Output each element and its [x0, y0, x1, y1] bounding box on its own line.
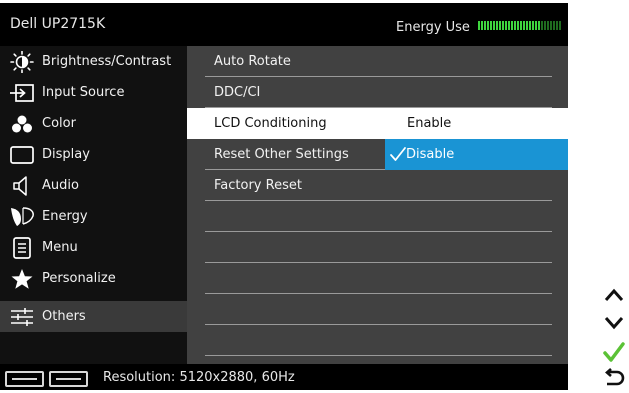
- monitor-model: Dell UP2715K: [10, 16, 106, 32]
- sidebar: Brightness/Contrast Input Source Color D…: [0, 46, 187, 364]
- menu-row-label: DDC/CI: [214, 85, 261, 100]
- audio-icon: [8, 175, 36, 197]
- brightness-icon: [8, 50, 36, 73]
- sidebar-item-label: Energy: [42, 209, 88, 224]
- up-arrow-icon[interactable]: [603, 286, 625, 304]
- input-source-icon: [8, 82, 36, 104]
- energy-bar-segment: [478, 21, 480, 30]
- energy-bar-segment: [490, 21, 492, 30]
- sidebar-item-brightness-contrast[interactable]: Brightness/Contrast: [0, 46, 187, 77]
- menu-row-empty: [187, 294, 568, 325]
- sliders-icon: [8, 306, 36, 328]
- energy-use-label: Energy Use: [396, 20, 470, 35]
- energy-bar-segment: [517, 21, 519, 30]
- energy-bar-segment: [553, 21, 555, 30]
- sidebar-item-label: Others: [42, 309, 86, 324]
- energy-bar-segment: [505, 21, 507, 30]
- energy-bar-segment: [523, 21, 525, 30]
- energy-bar-segment: [484, 21, 486, 30]
- displayport-icon: [5, 371, 44, 387]
- menu-row-empty: [187, 263, 568, 294]
- down-arrow-icon[interactable]: [603, 314, 625, 332]
- energy-bar-segment: [529, 21, 531, 30]
- option-disable-label: Disable: [406, 147, 455, 162]
- energy-bar-segment: [520, 21, 522, 30]
- sidebar-item-personalize[interactable]: Personalize: [0, 263, 187, 294]
- sidebar-item-label: Display: [42, 147, 90, 162]
- energy-bar-segment: [556, 21, 558, 30]
- energy-bar-segment: [541, 21, 543, 30]
- check-icon: [389, 145, 407, 163]
- title-bar: Dell UP2715K Energy Use: [0, 3, 568, 46]
- menu-row-label: LCD Conditioning: [214, 116, 327, 131]
- energy-bar-segment: [493, 21, 495, 30]
- sidebar-item-label: Personalize: [42, 271, 116, 286]
- energy-bar-segment: [538, 21, 540, 30]
- energy-bar-segment: [535, 21, 537, 30]
- menu-row-label: Reset Other Settings: [214, 147, 349, 162]
- osd-window: Dell UP2715K Energy Use Brightness/Contr…: [0, 3, 568, 390]
- option-enable[interactable]: Enable: [385, 108, 568, 139]
- sidebar-item-label: Audio: [42, 178, 79, 193]
- menu-icon: [8, 236, 36, 259]
- menu-row-label: Auto Rotate: [214, 54, 291, 69]
- menu-row-ddc-ci[interactable]: DDC/CI: [187, 77, 568, 108]
- energy-bar-segment: [499, 21, 501, 30]
- sidebar-item-label: Brightness/Contrast: [42, 54, 172, 69]
- energy-bar-segment: [502, 21, 504, 30]
- sidebar-item-input-source[interactable]: Input Source: [0, 77, 187, 108]
- sidebar-item-color[interactable]: Color: [0, 108, 187, 139]
- back-icon[interactable]: [603, 367, 625, 389]
- displayport-icon: [49, 371, 88, 387]
- energy-bar-segment: [514, 21, 516, 30]
- check-icon[interactable]: [603, 341, 625, 363]
- energy-bar-segment: [496, 21, 498, 30]
- energy-use-meter: [478, 21, 561, 30]
- sidebar-item-display[interactable]: Display: [0, 139, 187, 170]
- status-bar: Resolution: 5120x2880, 60Hz: [0, 364, 568, 390]
- option-disable[interactable]: Disable: [385, 139, 568, 170]
- menu-row-empty: [187, 325, 568, 356]
- energy-bar-segment: [481, 21, 483, 30]
- sidebar-item-audio[interactable]: Audio: [0, 170, 187, 201]
- sidebar-item-label: Color: [42, 116, 76, 131]
- energy-icon: [8, 206, 36, 228]
- sidebar-item-label: Menu: [42, 240, 78, 255]
- resolution-text: Resolution: 5120x2880, 60Hz: [103, 370, 295, 385]
- display-icon: [8, 144, 36, 166]
- submenu-panel: Auto Rotate DDC/CI LCD Conditioning Rese…: [187, 46, 568, 364]
- sidebar-item-label: Input Source: [42, 85, 125, 100]
- energy-bar-segment: [544, 21, 546, 30]
- energy-bar-segment: [487, 21, 489, 30]
- menu-row-auto-rotate[interactable]: Auto Rotate: [187, 46, 568, 77]
- menu-row-label: Factory Reset: [214, 178, 302, 193]
- energy-bar-segment: [511, 21, 513, 30]
- energy-bar-segment: [550, 21, 552, 30]
- row-divider: [205, 355, 552, 356]
- color-icon: [8, 113, 36, 135]
- sidebar-item-others[interactable]: Others: [0, 301, 187, 332]
- energy-bar-segment: [547, 21, 549, 30]
- star-icon: [8, 268, 36, 290]
- menu-row-empty: [187, 201, 568, 232]
- menu-row-empty: [187, 232, 568, 263]
- sidebar-item-menu[interactable]: Menu: [0, 232, 187, 263]
- energy-bar-segment: [532, 21, 534, 30]
- option-enable-label: Enable: [407, 116, 452, 131]
- energy-bar-segment: [508, 21, 510, 30]
- sidebar-item-energy[interactable]: Energy: [0, 201, 187, 232]
- energy-bar-segment: [559, 21, 561, 30]
- menu-row-factory-reset[interactable]: Factory Reset: [187, 170, 568, 201]
- energy-bar-segment: [526, 21, 528, 30]
